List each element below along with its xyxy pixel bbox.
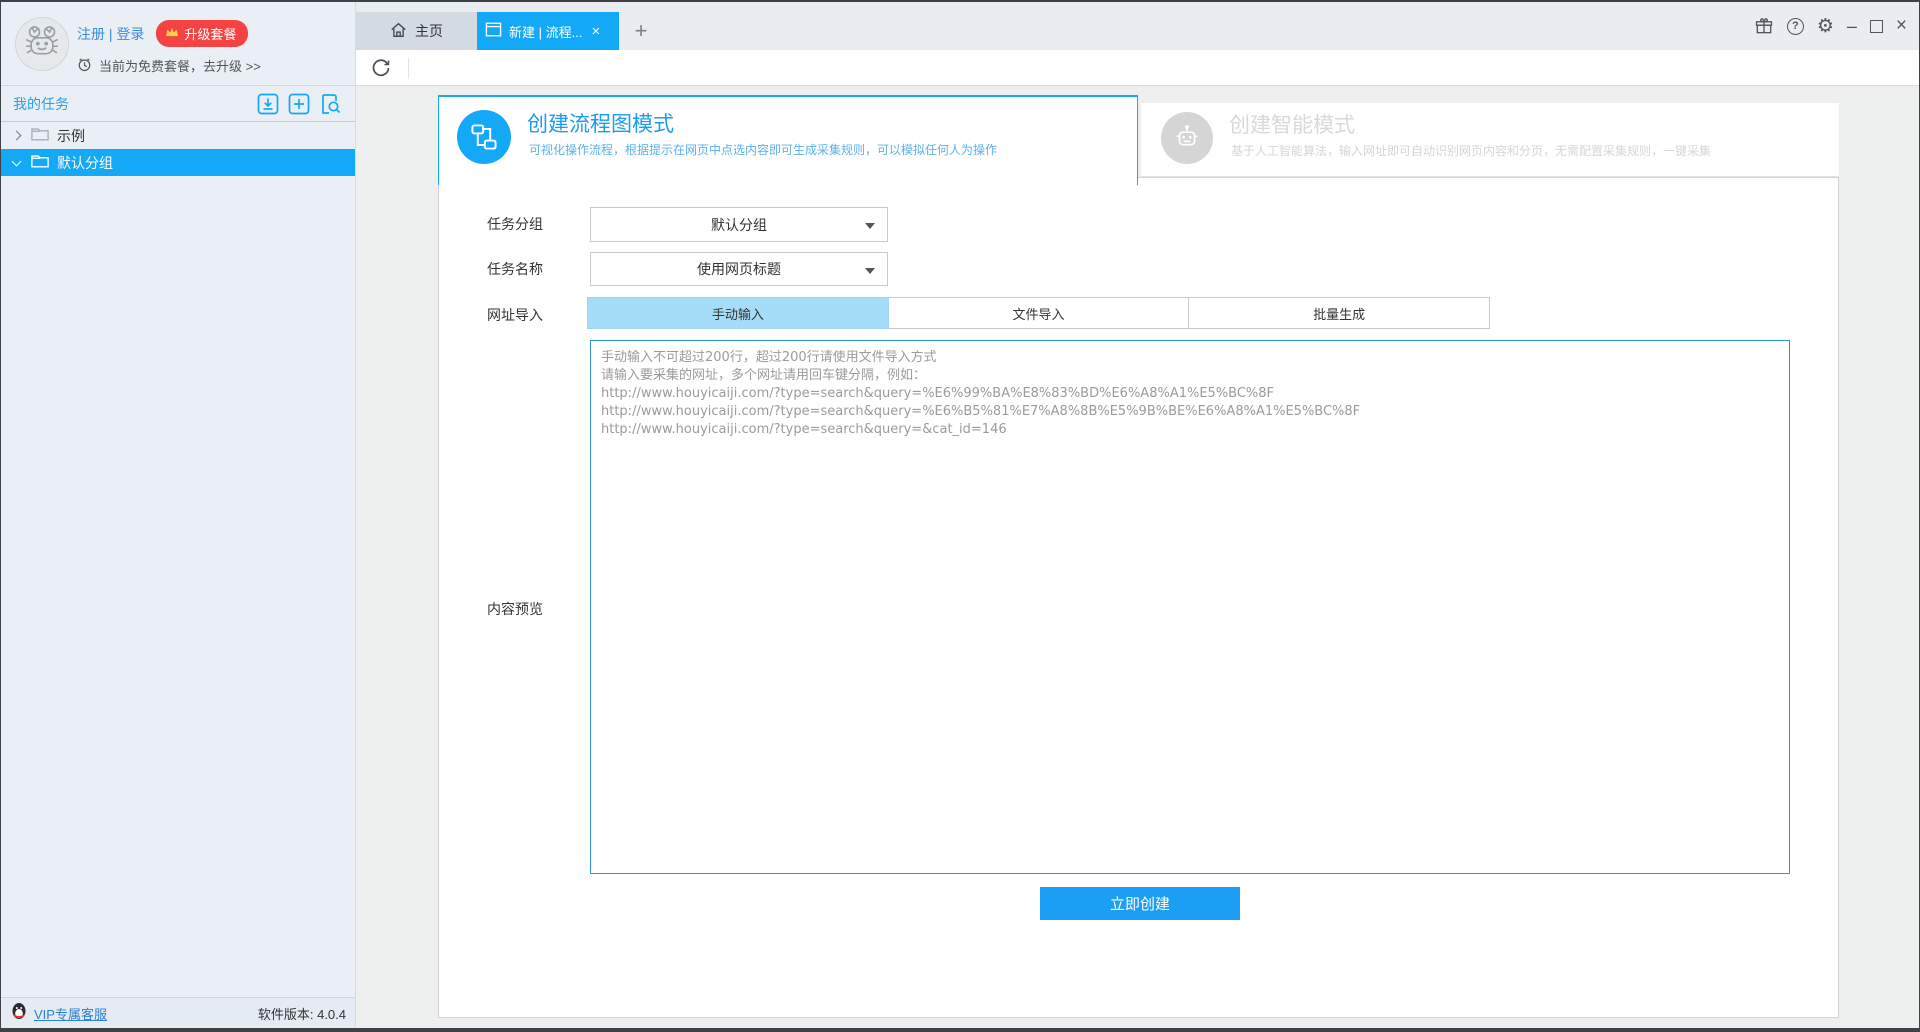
flowchart-mode-desc: 可视化操作流程，根据提示在网页中点选内容即可生成采集规则，可以模拟任何人为操作 — [529, 141, 997, 158]
register-login-link[interactable]: 注册 | 登录 — [77, 24, 144, 44]
window-top-edge — [1, 0, 1919, 2]
gift-icon[interactable] — [1754, 16, 1774, 36]
url-input-textarea[interactable] — [590, 340, 1790, 874]
content-preview-label: 内容预览 — [487, 599, 543, 619]
maximize-icon[interactable] — [1870, 20, 1883, 33]
toolbar-divider — [408, 58, 409, 79]
help-icon[interactable]: ? — [1787, 18, 1804, 35]
window-icon — [485, 22, 502, 40]
url-import-label: 网址导入 — [487, 305, 543, 325]
task-name-value: 使用网页标题 — [697, 259, 781, 279]
vip-service-link[interactable]: VIP专属客服 — [34, 1004, 107, 1023]
window-bottom-edge — [1, 1028, 1919, 1032]
task-tree: 示例 默认分组 — [1, 122, 355, 176]
task-group-label: 任务分组 — [487, 214, 543, 234]
tab-new-flow[interactable]: 新建 | 流程... × — [477, 12, 619, 50]
caret-down-icon — [865, 223, 875, 229]
crab-logo-icon — [22, 22, 62, 67]
tree-item-label: 示例 — [57, 126, 85, 146]
task-group-select[interactable]: 默认分组 — [590, 207, 888, 242]
caret-down-icon — [865, 268, 875, 274]
browser-toolbar — [356, 50, 1919, 86]
tab-new-flow-label: 新建 | 流程... — [509, 22, 582, 41]
app-version: 软件版本: 4.0.4 — [258, 1004, 346, 1023]
url-import-tabs: 手动输入 文件导入 批量生成 — [587, 297, 1490, 329]
create-task-panel: 任务分组 默认分组 任务名称 使用网页标题 网址导入 手动输入 文件导入 批量生… — [438, 177, 1839, 1018]
sidebar-footer: VIP专属客服 软件版本: 4.0.4 — [1, 997, 355, 1028]
search-tasks-icon[interactable] — [319, 93, 341, 120]
content-area: 创建流程图模式 可视化操作流程，根据提示在网页中点选内容即可生成采集规则，可以模… — [356, 86, 1919, 1028]
flowchart-mode-icon — [457, 110, 511, 164]
tab-manual-input[interactable]: 手动输入 — [587, 297, 889, 329]
robot-mode-icon — [1161, 112, 1213, 164]
mode-card-smart[interactable]: 创建智能模式 基于人工智能算法，输入网址即可自动识别网页内容和分页，无需配置采集… — [1141, 103, 1839, 177]
flowchart-mode-title: 创建流程图模式 — [527, 108, 674, 138]
folder-icon — [31, 154, 49, 171]
home-icon — [390, 22, 407, 41]
chevron-right-icon[interactable] — [12, 131, 22, 141]
qq-service-icon — [11, 1002, 27, 1025]
create-now-button[interactable]: 立即创建 — [1040, 887, 1240, 920]
main-area: 主页 新建 | 流程... × + ? — [356, 2, 1919, 1028]
app-window: 注册 | 登录 升级套餐 当前为免费套餐，去升级 >> — [0, 0, 1920, 1032]
account-panel: 注册 | 登录 升级套餐 当前为免费套餐，去升级 >> — [1, 2, 355, 86]
folder-icon — [31, 127, 49, 144]
tree-item-label: 默认分组 — [57, 153, 113, 173]
tasks-header: 我的任务 — [1, 86, 355, 122]
tasks-header-title: 我的任务 — [13, 94, 69, 114]
window-controls: ? ⚙ – × — [1754, 2, 1907, 50]
crown-icon — [165, 26, 179, 41]
sidebar: 注册 | 登录 升级套餐 当前为免费套餐，去升级 >> — [1, 2, 356, 1028]
account-info: 注册 | 登录 升级套餐 当前为免费套餐，去升级 >> — [77, 20, 261, 75]
close-window-icon[interactable]: × — [1896, 15, 1907, 37]
task-name-select[interactable]: 使用网页标题 — [590, 252, 888, 286]
tab-home[interactable]: 主页 — [356, 12, 477, 50]
tab-close-icon[interactable]: × — [591, 23, 600, 40]
mode-card-flowchart[interactable]: 创建流程图模式 可视化操作流程，根据提示在网页中点选内容即可生成采集规则，可以模… — [438, 95, 1138, 185]
tree-item-default-group[interactable]: 默认分组 — [1, 149, 355, 176]
import-task-icon[interactable] — [257, 93, 279, 120]
chevron-down-icon[interactable] — [12, 156, 22, 166]
tab-file-import[interactable]: 文件导入 — [888, 297, 1190, 329]
tree-item-example[interactable]: 示例 — [1, 122, 355, 149]
tab-home-label: 主页 — [415, 21, 443, 41]
minimize-icon[interactable]: – — [1847, 16, 1857, 37]
tab-batch-generate[interactable]: 批量生成 — [1188, 297, 1490, 329]
task-name-label: 任务名称 — [487, 259, 543, 279]
upgrade-plan-button[interactable]: 升级套餐 — [156, 20, 248, 47]
settings-gear-icon[interactable]: ⚙ — [1817, 17, 1834, 36]
task-group-value: 默认分组 — [711, 215, 767, 235]
smart-mode-title: 创建智能模式 — [1229, 109, 1355, 139]
new-tab-button[interactable]: + — [624, 12, 658, 50]
plan-notice[interactable]: 当前为免费套餐，去升级 >> — [99, 56, 261, 75]
add-group-icon[interactable] — [288, 93, 310, 120]
upgrade-badge-label: 升级套餐 — [184, 24, 236, 43]
tab-strip: 主页 新建 | 流程... × + ? — [356, 2, 1919, 50]
alarm-clock-icon — [77, 57, 92, 75]
refresh-icon[interactable] — [369, 56, 393, 85]
app-logo — [15, 17, 69, 71]
smart-mode-desc: 基于人工智能算法，输入网址即可自动识别网页内容和分页，无需配置采集规则，一键采集 — [1231, 142, 1711, 159]
